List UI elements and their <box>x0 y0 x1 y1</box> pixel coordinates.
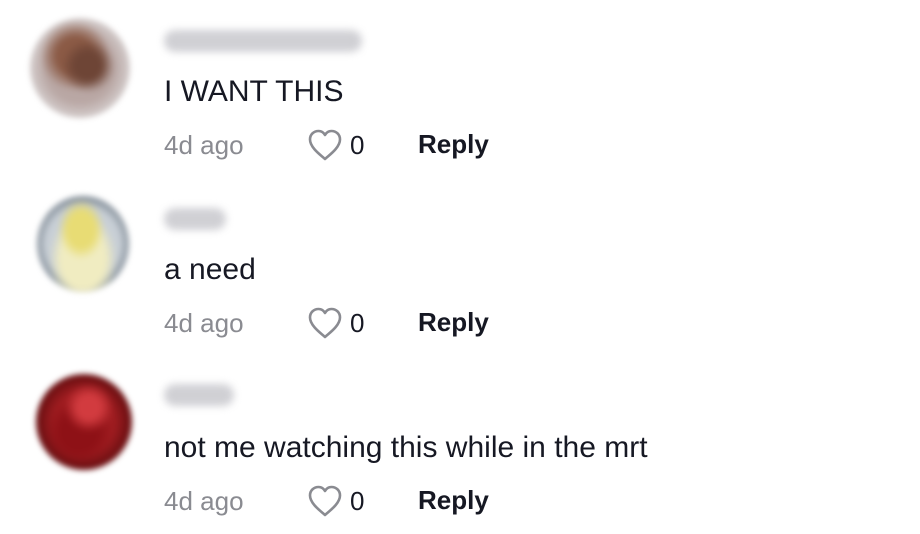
reply-button[interactable]: Reply <box>418 307 489 337</box>
comment-text: not me watching this while in the mrt <box>164 431 648 464</box>
blurred-username[interactable] <box>164 384 234 406</box>
avatar[interactable] <box>36 374 132 470</box>
comment-timestamp: 4d ago <box>164 308 244 338</box>
comment-text: I WANT THIS <box>164 75 344 108</box>
avatar[interactable] <box>37 196 129 292</box>
heart-outline-icon[interactable] <box>306 128 344 162</box>
like-count: 0 <box>350 308 365 338</box>
heart-outline-icon[interactable] <box>306 306 344 340</box>
comment-item: a need 4d ago 0 Reply <box>0 178 920 356</box>
blurred-username[interactable] <box>164 30 362 52</box>
heart-outline-icon[interactable] <box>306 484 344 518</box>
reply-button[interactable]: Reply <box>418 485 489 515</box>
comment-meta: 4d ago 0 Reply <box>164 304 684 344</box>
blurred-username[interactable] <box>164 208 226 230</box>
reply-button[interactable]: Reply <box>418 129 489 159</box>
comment-meta: 4d ago 0 Reply <box>164 126 684 166</box>
comment-timestamp: 4d ago <box>164 486 244 516</box>
comment-meta: 4d ago 0 Reply <box>164 482 684 522</box>
comment-item: not me watching this while in the mrt 4d… <box>0 356 920 534</box>
avatar[interactable] <box>30 18 130 118</box>
comment-text: a need <box>164 253 256 286</box>
like-count: 0 <box>350 486 365 516</box>
comment-item: I WANT THIS 4d ago 0 Reply <box>0 0 920 178</box>
like-count: 0 <box>350 130 365 160</box>
comment-timestamp: 4d ago <box>164 130 244 160</box>
